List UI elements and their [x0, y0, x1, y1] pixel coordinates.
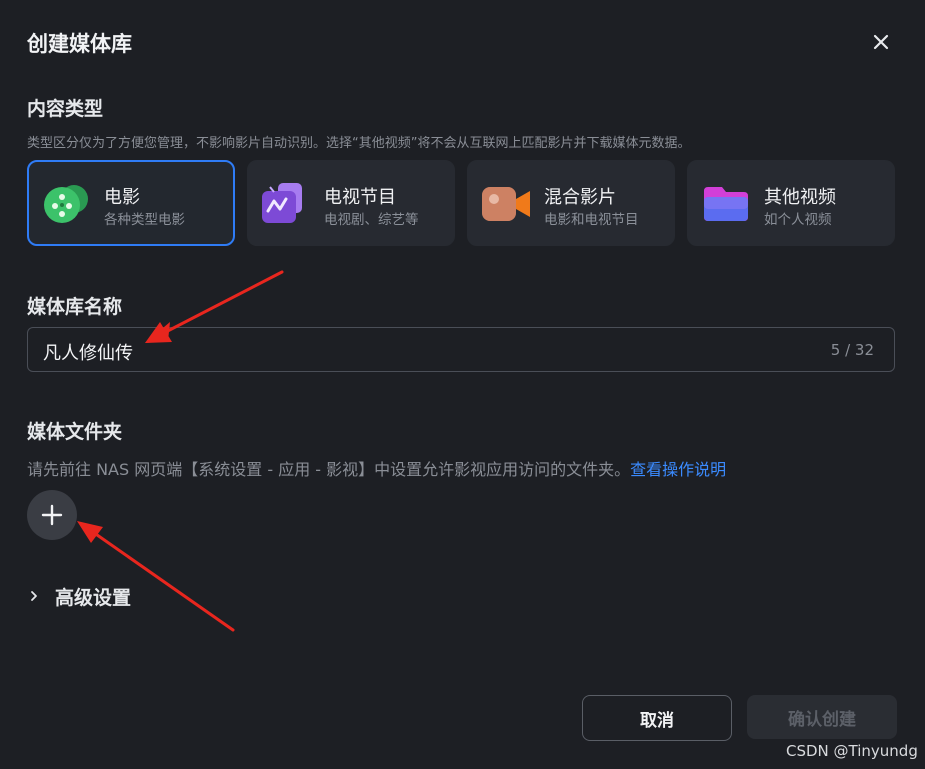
- content-type-options: 电影 各种类型电影 电视节目 电视剧、综艺等 混合影片 电影和电视节目 其他视频…: [27, 160, 895, 246]
- create-library-dialog: 创建媒体库 内容类型 类型区分仅为了方便您管理，不影响影片自动识别。选择“其他视…: [0, 0, 925, 769]
- type-option-movie[interactable]: 电影 各种类型电影: [27, 160, 235, 246]
- view-instructions-link[interactable]: 查看操作说明: [630, 460, 726, 479]
- watermark: CSDN @Tinyundg: [786, 742, 918, 760]
- folder-icon: [704, 187, 748, 221]
- type-option-other[interactable]: 其他视频 如个人视频: [687, 160, 895, 246]
- video-camera-icon: [482, 187, 530, 221]
- plus-icon: [41, 504, 63, 526]
- type-option-subtitle: 如个人视频: [764, 212, 832, 228]
- type-option-subtitle: 电视剧、综艺等: [324, 212, 419, 228]
- advanced-settings-label: 高级设置: [55, 586, 132, 609]
- type-option-title: 电视节目: [324, 187, 396, 208]
- advanced-settings-toggle[interactable]: 高级设置: [27, 583, 131, 609]
- annotation-arrows: [77, 270, 284, 632]
- annotation-arrow-add: [77, 521, 235, 632]
- close-button[interactable]: [866, 27, 896, 57]
- type-option-tv[interactable]: 电视节目 电视剧、综艺等: [247, 160, 455, 246]
- confirm-create-button[interactable]: 确认创建: [747, 695, 897, 739]
- content-type-label: 内容类型: [27, 98, 104, 120]
- cancel-button[interactable]: 取消: [582, 695, 732, 741]
- type-option-subtitle: 电影和电视节目: [544, 212, 639, 228]
- dialog-title: 创建媒体库: [27, 32, 132, 56]
- type-option-subtitle: 各种类型电影: [104, 212, 185, 228]
- media-folder-label: 媒体文件夹: [27, 421, 123, 443]
- type-option-mixed[interactable]: 混合影片 电影和电视节目: [467, 160, 675, 246]
- close-icon: [873, 34, 889, 50]
- media-folder-hint: 请先前往 NAS 网页端【系统设置 - 应用 - 影视】中设置允许影视应用访问的…: [27, 460, 631, 479]
- library-name-label: 媒体库名称: [27, 296, 123, 318]
- type-option-title: 电影: [104, 187, 140, 208]
- media-folder-hint-row: 请先前往 NAS 网页端【系统设置 - 应用 - 影视】中设置允许影视应用访问的…: [27, 456, 726, 480]
- chevron-right-icon: [31, 591, 37, 601]
- content-type-hint: 类型区分仅为了方便您管理，不影响影片自动识别。选择“其他视频”将不会从互联网上匹…: [27, 136, 691, 151]
- type-option-title: 其他视频: [764, 187, 836, 208]
- tv-icon: [262, 183, 302, 223]
- movie-reel-icon: [44, 185, 88, 223]
- library-name-input[interactable]: 凡人修仙传 5 / 32: [27, 327, 895, 372]
- library-name-counter: 5 / 32: [830, 341, 874, 359]
- add-folder-button[interactable]: [27, 490, 77, 540]
- library-name-value: 凡人修仙传: [43, 343, 133, 364]
- type-option-title: 混合影片: [544, 187, 616, 208]
